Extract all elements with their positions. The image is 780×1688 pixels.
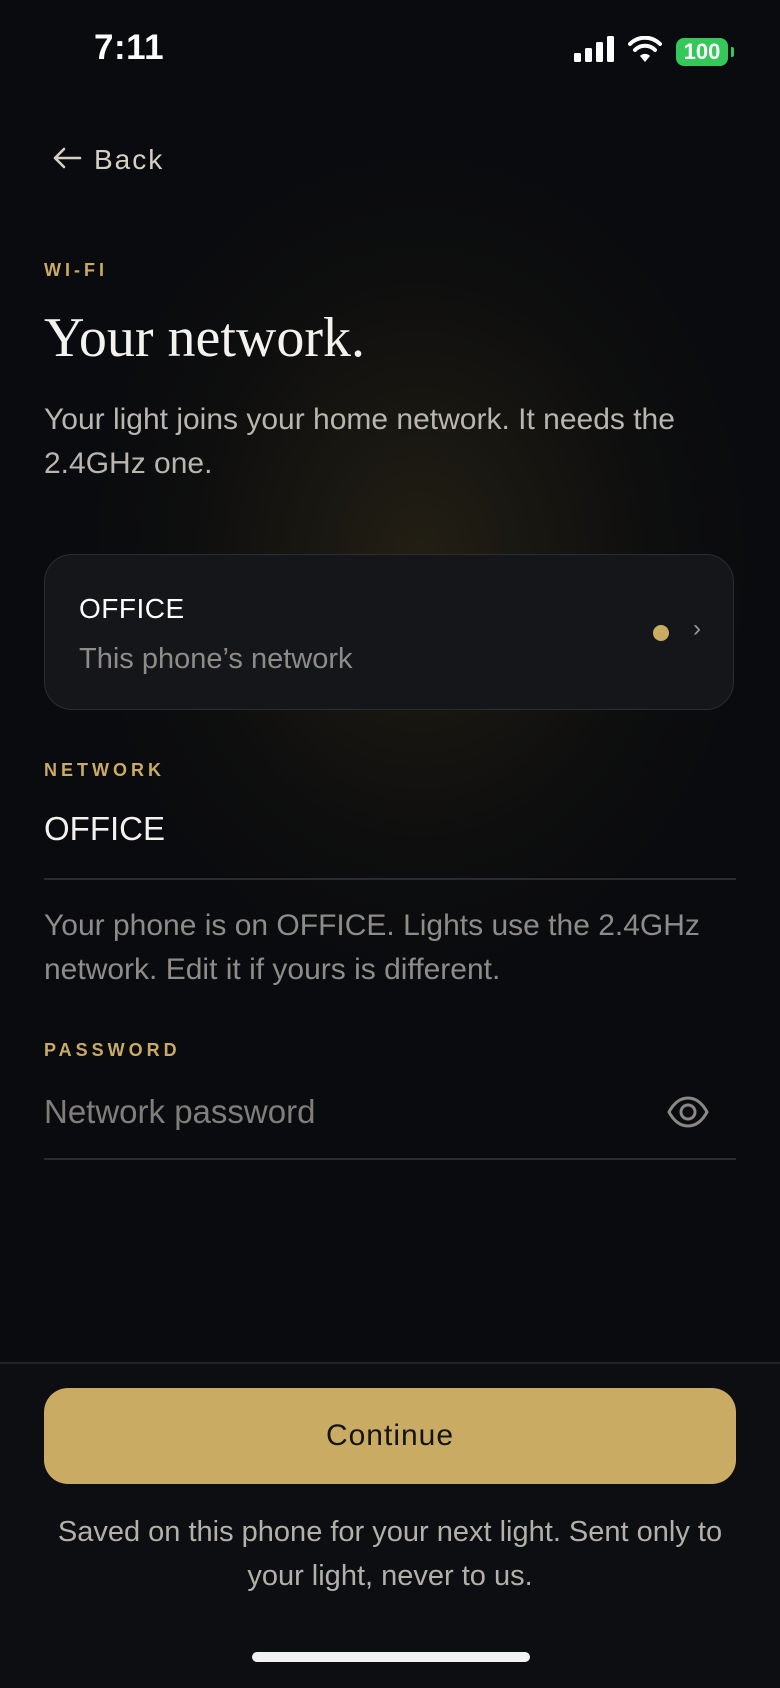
status-bar: 7:11 100: [0, 0, 780, 100]
page-subtitle: Your light joins your home network. It n…: [44, 403, 675, 480]
network-card-name: OFFICE: [79, 593, 185, 624]
wifi-setup-screen: 7:11 100 Back WI-FI Your network. Your l…: [0, 0, 780, 1688]
status-icons: 100: [574, 35, 734, 67]
chevron-right-icon: ›: [693, 615, 701, 642]
battery-icon: 100: [676, 37, 734, 66]
privacy-note: Saved on this phone for your next light.…: [57, 1516, 723, 1592]
network-helper-text: Your phone is on OFFICE. Lights use the …: [44, 909, 700, 986]
network-field-underline: [44, 878, 736, 880]
arrow-left-icon: [52, 146, 82, 175]
password-field-label: PASSWORD: [44, 1040, 181, 1060]
back-button[interactable]: Back: [52, 144, 164, 176]
bottom-action-bar: Continue Saved on this phone for your ne…: [0, 1362, 780, 1688]
network-name-field[interactable]: OFFICE: [44, 810, 165, 848]
cellular-signal-icon: [574, 36, 614, 67]
network-card-description: This phone’s network: [79, 643, 353, 675]
network-field-label: NETWORK: [44, 760, 165, 780]
page-title: Your network.: [44, 307, 365, 369]
wifi-icon: [628, 35, 662, 67]
password-input[interactable]: [44, 1086, 644, 1138]
home-indicator[interactable]: [252, 1652, 530, 1662]
back-label: Back: [94, 144, 165, 175]
continue-button[interactable]: Continue: [44, 1388, 736, 1484]
eye-icon[interactable]: [666, 1092, 710, 1132]
password-field-underline: [44, 1158, 736, 1160]
status-time: 7:11: [94, 28, 165, 67]
battery-level: 100: [683, 38, 721, 64]
current-network-card[interactable]: OFFICE This phone’s network ›: [44, 554, 734, 710]
section-eyebrow: WI-FI: [44, 260, 108, 280]
selected-dot-icon: [653, 625, 669, 641]
